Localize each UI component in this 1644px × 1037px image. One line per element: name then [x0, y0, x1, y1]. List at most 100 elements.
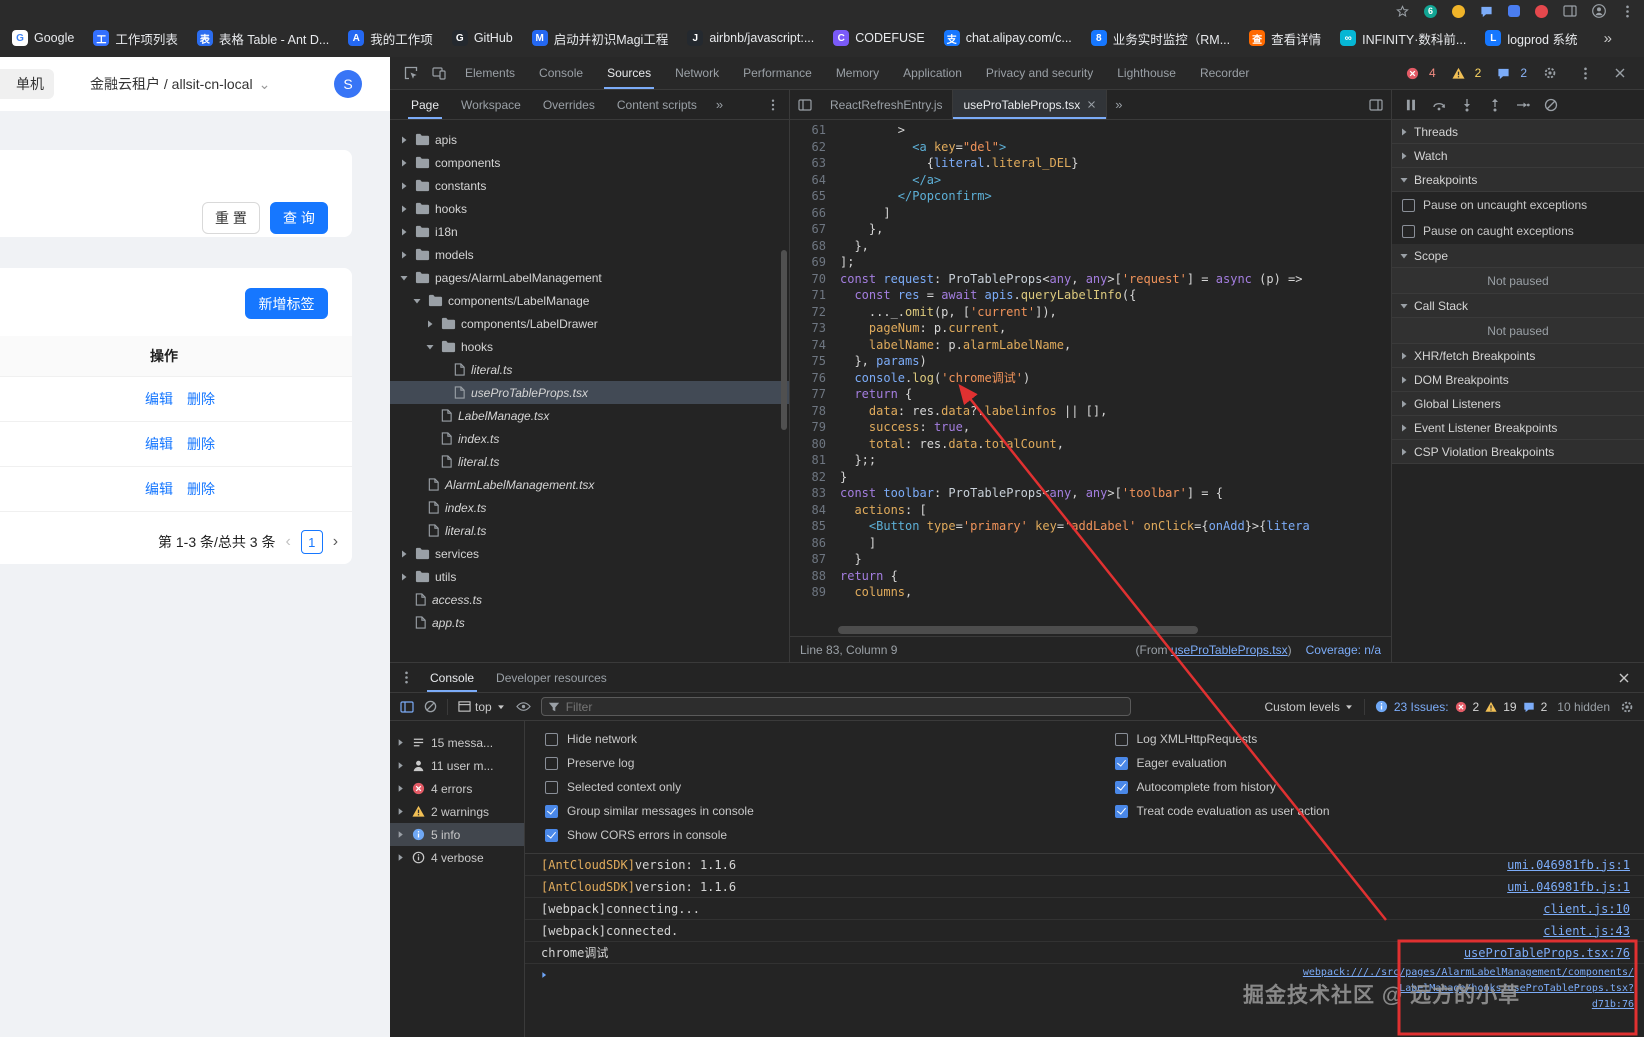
message-source-link[interactable]: umi.046981fb.js:1	[1487, 880, 1630, 894]
line-number[interactable]: 84	[790, 502, 826, 519]
device-toolbar-icon[interactable]	[432, 66, 446, 80]
bookmark-item-codefuse[interactable]: C CODEFUSE	[833, 30, 925, 46]
live-expression-icon[interactable]	[515, 699, 531, 714]
warning-count-badge[interactable]: 2	[1446, 66, 1481, 80]
pagination-page-1[interactable]: 1	[300, 530, 323, 554]
line-number[interactable]: 61	[790, 122, 826, 139]
section-scope[interactable]: Scope	[1392, 244, 1644, 268]
devtools-tab-memory[interactable]: Memory	[825, 57, 890, 89]
navigator-menu-icon[interactable]	[767, 99, 779, 111]
hidden-count[interactable]: 10 hidden	[1557, 700, 1610, 714]
drawer-tab-console[interactable]: Console	[419, 663, 485, 692]
step-over-icon[interactable]	[1432, 98, 1446, 112]
editor-hscrollbar[interactable]	[790, 624, 1391, 636]
navigator-overflow-chevron[interactable]: »	[708, 97, 731, 112]
console-filter-11-user-m[interactable]: 11 user m...	[390, 754, 524, 777]
browser-menu-icon[interactable]	[1621, 5, 1634, 18]
bookmark-item-[interactable]: 工工作项列表	[93, 29, 178, 48]
navigator-tab-overrides[interactable]: Overrides	[532, 90, 606, 119]
line-number[interactable]: 83	[790, 485, 826, 502]
console-filter-15-messa[interactable]: 15 messa...	[390, 731, 524, 754]
checkbox-group-similar-messages-in-console[interactable]	[545, 804, 558, 818]
line-number[interactable]: 89	[790, 584, 826, 601]
deactivate-breakpoints-icon[interactable]	[1544, 98, 1558, 112]
line-number[interactable]: 77	[790, 386, 826, 403]
profile-icon[interactable]	[1592, 4, 1606, 18]
wrapped-source-line[interactable]: webpack:///./src/pages/AlarmLabelManagem…	[1303, 965, 1634, 981]
message-source-link[interactable]: client.js:10	[1523, 902, 1630, 916]
bookmark-item-chat-alipay-com-c[interactable]: 支 chat.alipay.com/c...	[943, 30, 1072, 46]
line-number[interactable]: 88	[790, 568, 826, 585]
add-label-button[interactable]: 新增标签	[245, 288, 328, 319]
devtools-menu-icon[interactable]	[1579, 67, 1592, 80]
error-count-badge[interactable]: 4	[1400, 66, 1436, 80]
section-event-listener-breakpoints[interactable]: Event Listener Breakpoints	[1392, 416, 1644, 440]
devtools-tab-performance[interactable]: Performance	[732, 57, 823, 89]
line-number[interactable]: 63	[790, 155, 826, 172]
message-source-link[interactable]: useProTableProps.tsx:76	[1444, 946, 1630, 960]
settings-icon[interactable]	[1543, 66, 1557, 80]
devtools-tab-application[interactable]: Application	[892, 57, 973, 89]
step-out-icon[interactable]	[1488, 98, 1502, 112]
close-tab-icon[interactable]	[1087, 100, 1096, 109]
side-panel-icon[interactable]	[1563, 4, 1577, 18]
section-call-stack[interactable]: Call Stack	[1392, 294, 1644, 318]
navigator-tab-workspace[interactable]: Workspace	[450, 90, 532, 119]
avatar[interactable]: S	[334, 70, 362, 98]
tree-file-index-ts[interactable]: index.ts	[390, 496, 789, 519]
delete-link[interactable]: 删除	[187, 389, 215, 409]
extension-square[interactable]	[1508, 5, 1520, 17]
bookmark-star-icon[interactable]	[1396, 4, 1409, 18]
tree-folder-hooks[interactable]: hooks	[390, 197, 789, 220]
bookmark-item-rm[interactable]: 8 业务实时监控（RM...	[1090, 29, 1230, 48]
console-settings-gear-icon[interactable]	[1620, 700, 1634, 714]
tree-file-useprotableprops-tsx[interactable]: useProTableProps.tsx	[390, 381, 789, 404]
devtools-tab-sources[interactable]: Sources	[596, 57, 662, 89]
line-number[interactable]: 78	[790, 403, 826, 420]
edit-link[interactable]: 编辑	[145, 389, 173, 409]
line-number[interactable]: 68	[790, 238, 826, 255]
env-pill[interactable]: 单机	[0, 69, 54, 99]
message-source-link[interactable]: client.js:43	[1523, 924, 1630, 938]
line-number[interactable]: 66	[790, 205, 826, 222]
hscroll-thumb[interactable]	[838, 626, 1198, 634]
bookmark-item-logprod[interactable]: Llogprod 系统	[1485, 29, 1578, 48]
checkbox-selected-context-only[interactable]	[545, 780, 558, 794]
editor-overflow-chevron[interactable]: »	[1107, 97, 1130, 112]
line-number[interactable]: 67	[790, 221, 826, 238]
tree-folder-components-labeldrawer[interactable]: components/LabelDrawer	[390, 312, 789, 335]
tree-folder-services[interactable]: services	[390, 542, 789, 565]
line-number[interactable]: 71	[790, 287, 826, 304]
checkbox-preserve-log[interactable]	[545, 756, 558, 770]
line-number[interactable]: 76	[790, 370, 826, 387]
devtools-tab-console[interactable]: Console	[528, 57, 594, 89]
editor-tab-reactrefreshentry-js[interactable]: ReactRefreshEntry.js	[820, 90, 954, 119]
checkbox-autocomplete-from-history[interactable]	[1114, 780, 1128, 794]
bookmark-item-[interactable]: 查查看详情	[1249, 29, 1321, 48]
edit-link[interactable]: 编辑	[145, 434, 173, 454]
tree-file-index-ts[interactable]: index.ts	[390, 427, 789, 450]
bookmark-item-[interactable]: A 我的工作项	[348, 29, 433, 48]
navigator-toggle-icon[interactable]	[798, 98, 812, 112]
bookmark-item-airbnb-javascript[interactable]: Jairbnb/javascript:...	[687, 30, 814, 46]
checkbox-eager-evaluation[interactable]	[1114, 756, 1128, 770]
tree-file-alarmlabelmanagement-tsx[interactable]: AlarmLabelManagement.tsx	[390, 473, 789, 496]
tree-folder-pages-alarmlabelmanagement[interactable]: pages/AlarmLabelManagement	[390, 266, 789, 289]
line-number[interactable]: 80	[790, 436, 826, 453]
console-filter-4-errors[interactable]: 4 errors	[390, 777, 524, 800]
extension-dot[interactable]	[1535, 4, 1548, 18]
console-sidebar-toggle-icon[interactable]	[400, 700, 414, 714]
section-csp-violation-breakpoints[interactable]: CSP Violation Breakpoints	[1392, 440, 1644, 464]
tree-file-labelmanage-tsx[interactable]: LabelManage.tsx	[390, 404, 789, 427]
console-filter-2-warnings[interactable]: 2 warnings	[390, 800, 524, 823]
tenant-breadcrumb[interactable]: 金融云租户 / allsit-cn-local ⌄	[90, 57, 270, 111]
section-xhr-fetch-breakpoints[interactable]: XHR/fetch Breakpoints	[1392, 344, 1644, 368]
issues-summary[interactable]: 23 Issues: 2 19 2	[1375, 700, 1547, 714]
checkbox-treat-code-evaluation-as-user-action[interactable]	[1114, 804, 1128, 818]
section-global-listeners[interactable]: Global Listeners	[1392, 392, 1644, 416]
console-filter-5-info[interactable]: 5 info	[390, 823, 524, 846]
line-number[interactable]: 62	[790, 139, 826, 156]
bookmark-item-infinity[interactable]: ∞ INFINITY·数科前...	[1340, 29, 1466, 48]
line-number[interactable]: 82	[790, 469, 826, 486]
step-icon[interactable]	[1516, 98, 1530, 112]
